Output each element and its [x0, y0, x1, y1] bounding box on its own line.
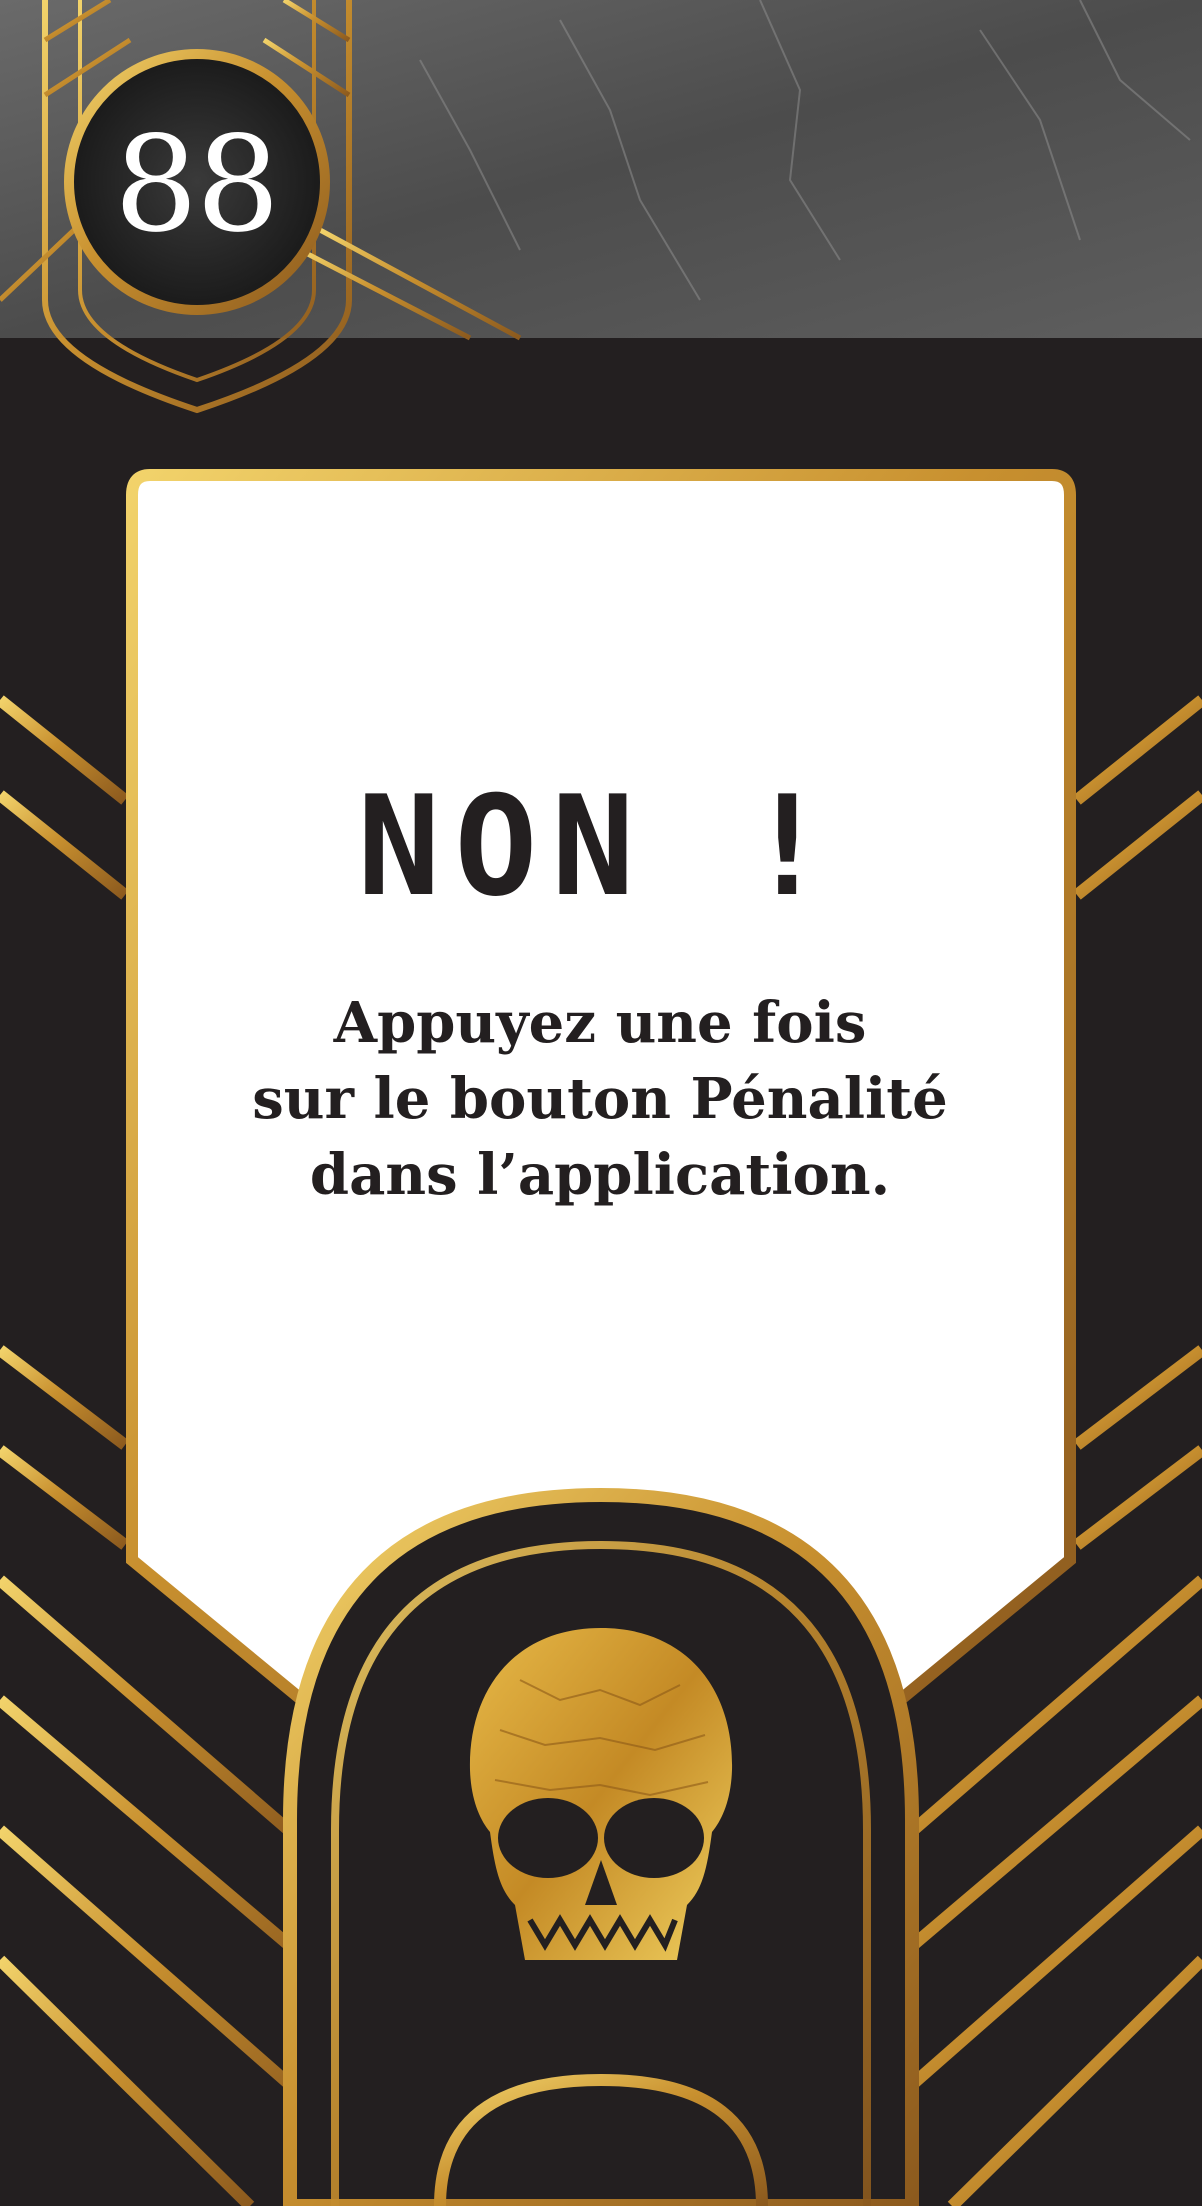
- card: 88 NON ! Appuyez une fois sur le bouton …: [0, 0, 1202, 2206]
- card-number: 88: [114, 108, 280, 262]
- card-instruction: Appuyez une fois sur le bouton Pénalité …: [252, 990, 948, 1208]
- card-title: NON !: [357, 766, 843, 927]
